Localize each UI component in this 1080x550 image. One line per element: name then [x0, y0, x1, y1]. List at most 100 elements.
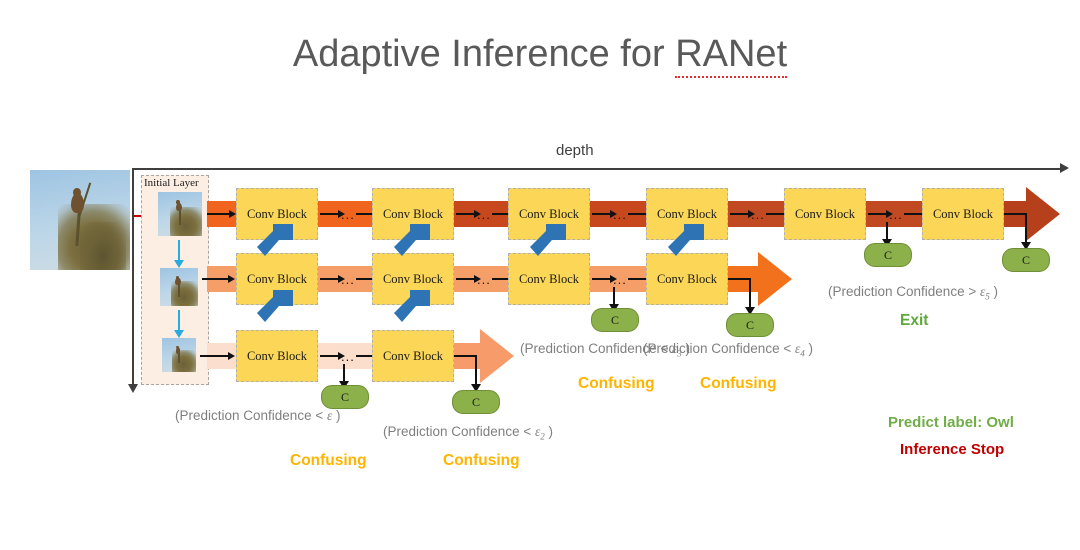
confidence-caption-1-post: ): [332, 408, 341, 423]
scale1-ellipsis-4: ...: [751, 207, 765, 222]
scale3-arrow-1: [320, 351, 345, 360]
scale1-ellipsis-1: ...: [341, 207, 355, 222]
scale3-tap2-h: [454, 355, 476, 357]
scale2-arrow-in: [202, 274, 235, 283]
confusing-label-3: Confusing: [578, 375, 655, 392]
initial-layer-scale1-image: [158, 192, 202, 236]
confidence-caption-5-pre: (Prediction Confidence >: [828, 284, 980, 299]
scale1-classifier-tap-2: [1004, 213, 1031, 250]
confidence-caption-4-post: ): [804, 341, 814, 356]
scale2-arrow-3: [456, 274, 481, 283]
inference-stop-label: Inference Stop: [900, 441, 1005, 458]
scale1-classifier-tap-1: [882, 222, 892, 247]
depth-axis-label: depth: [556, 142, 594, 159]
confusing-label-4: Confusing: [700, 375, 777, 392]
fusion-arrow-up-2: [392, 288, 432, 328]
scale2-foliage: [170, 280, 198, 306]
scale-axis-arrowhead: [128, 384, 138, 393]
input-image-foliage-dense: [80, 222, 126, 270]
initial-layer-label: Initial Layer: [144, 177, 199, 189]
scale1-arrow-1: [320, 209, 345, 218]
scale2-classifier-tap-2: [728, 278, 755, 315]
scale3-classifier-tap-1: [339, 364, 349, 389]
page-title: Adaptive Inference for RANet: [0, 33, 1080, 78]
initial-layer-scale2-image: [160, 268, 198, 306]
scale3-classifier-1[interactable]: C: [321, 385, 369, 409]
scale1-ellipsis-2: ...: [477, 207, 491, 222]
scale1-arrow-5: [592, 209, 617, 218]
scale3-tap2-v: [471, 355, 481, 392]
scale1-classifier-2[interactable]: C: [1002, 248, 1050, 272]
scale1-tap2-h: [1004, 213, 1026, 215]
confidence-caption-2: (Prediction Confidence < ε2 ): [383, 424, 553, 442]
scale1-ellipsis-5: ...: [889, 207, 903, 222]
depth-axis-arrowhead: [1060, 163, 1069, 173]
downsample-arrow-1: [174, 240, 184, 268]
scale3-foliage: [171, 349, 196, 372]
predict-label: Predict label: Owl: [888, 414, 1014, 431]
scale1-foliage: [170, 206, 202, 236]
confidence-caption-5-post: ): [989, 284, 999, 299]
scale3-exit-tip: [480, 329, 514, 383]
scale3-classifier-tap-2: [454, 355, 481, 392]
scale1-exit-tip: [1026, 187, 1060, 241]
scale1-conv-block-5[interactable]: Conv Block: [784, 188, 866, 240]
scale1-arrow-in: [207, 209, 236, 218]
confidence-caption-2-post: ): [544, 424, 554, 439]
scale1-classifier-1[interactable]: C: [864, 243, 912, 267]
fusion-arrow-up-4: [392, 222, 432, 262]
downsample-arrow-2: [174, 310, 184, 338]
scale2-classifier-2[interactable]: C: [726, 313, 774, 337]
fusion-arrow-up-5: [528, 222, 568, 262]
confidence-caption-4: (Prediction Confidence < ε4 ): [643, 341, 813, 359]
scale2-owl: [175, 276, 181, 286]
scale2-arrow-6: [628, 274, 653, 283]
scale3-classifier-2[interactable]: C: [452, 390, 500, 414]
scale2-arrow-5: [592, 274, 617, 283]
scale3-arrow-in: [200, 351, 235, 360]
scale3-conv-block-1[interactable]: Conv Block: [236, 330, 318, 382]
confidence-caption-1: (Prediction Confidence < ε ): [175, 408, 341, 424]
scale1-arrow-9: [868, 209, 893, 218]
scale2-ellipsis-1: ...: [341, 272, 355, 287]
exit-label: Exit: [900, 312, 929, 329]
fusion-arrow-up-6: [666, 222, 706, 262]
scale1-tap2-v: [1021, 213, 1031, 250]
initial-layer-scale3-image: [162, 338, 196, 372]
scale2-tap2-h: [728, 278, 750, 280]
fusion-arrow-up-1: [255, 288, 295, 328]
scale1-arrow-8: [766, 209, 791, 218]
scale1-arrow-3: [456, 209, 481, 218]
fusion-arrow-up-3: [255, 222, 295, 262]
scale-axis-line: [132, 168, 134, 386]
slide-canvas: Adaptive Inference for RANet depth scale…: [0, 0, 1080, 550]
scale1-ellipsis-3: ...: [613, 207, 627, 222]
confusing-label-1: Confusing: [290, 452, 367, 469]
page-title-highlight: RANet: [675, 33, 788, 78]
scale1-conv-block-6[interactable]: Conv Block: [922, 188, 1004, 240]
confidence-caption-4-epsilon: ε4: [795, 341, 805, 359]
scale1-arrow-7: [730, 209, 755, 218]
input-image-owl: [30, 170, 130, 270]
confidence-caption-2-epsilon: ε2: [535, 424, 545, 442]
scale1-arrow-10: [904, 209, 929, 218]
scale2-classifier-tap-1: [609, 287, 619, 312]
scale1-owl: [175, 200, 182, 212]
scale2-tap2-v: [745, 278, 755, 315]
scale1-arrow-6: [628, 209, 653, 218]
page-title-main: Adaptive Inference for: [292, 33, 676, 75]
scale2-ellipsis-3: ...: [613, 272, 627, 287]
scale3-owl: [175, 345, 181, 354]
scale2-arrow-1: [320, 274, 345, 283]
scale3-ellipsis-1: ...: [341, 349, 355, 364]
depth-axis-line: [133, 168, 1065, 170]
scale3-conv-block-2[interactable]: Conv Block: [372, 330, 454, 382]
confidence-caption-2-pre: (Prediction Confidence <: [383, 424, 535, 439]
confidence-caption-5: (Prediction Confidence > ε5 ): [828, 284, 998, 302]
scale2-ellipsis-2: ...: [477, 272, 491, 287]
scale2-exit-tip: [758, 252, 792, 306]
confidence-caption-1-pre: (Prediction Confidence <: [175, 408, 327, 423]
confidence-caption-5-epsilon: ε5: [980, 284, 990, 302]
scale2-classifier-1[interactable]: C: [591, 308, 639, 332]
input-image-owl-body: [71, 187, 84, 213]
